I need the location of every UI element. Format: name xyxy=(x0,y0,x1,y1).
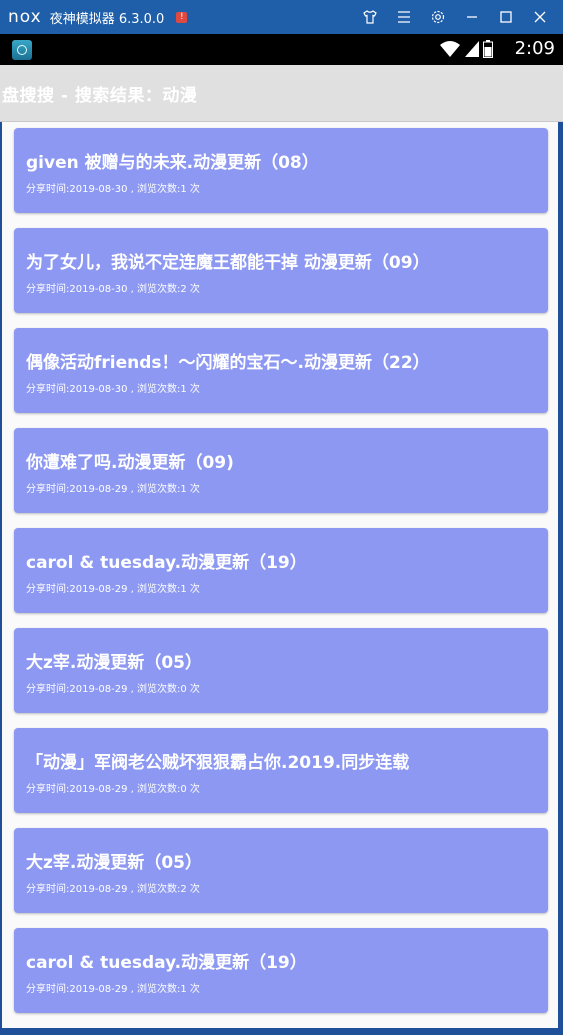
result-title: 偶像活动friends！～闪耀的宝石～.动漫更新（22） xyxy=(26,353,430,373)
result-title: 你遭难了吗.动漫更新（09) xyxy=(26,453,234,473)
result-card[interactable]: carol & tuesday.动漫更新（19） 分享时间:2019-08-29… xyxy=(14,928,548,1013)
alert-badge[interactable]: ! xyxy=(176,11,188,23)
status-icons xyxy=(439,40,493,62)
result-meta: 分享时间:2019-08-29 , 浏览次数:1 次 xyxy=(26,584,200,595)
gear-icon[interactable] xyxy=(421,0,455,34)
wifi-icon xyxy=(439,40,461,62)
status-time: 2:09 xyxy=(514,38,555,59)
result-title: carol & tuesday.动漫更新（19） xyxy=(26,953,307,973)
window-controls xyxy=(353,0,557,34)
result-card[interactable]: 你遭难了吗.动漫更新（09) 分享时间:2019-08-29 , 浏览次数:1 … xyxy=(14,428,548,513)
window-bottom-border xyxy=(0,1028,563,1035)
result-meta: 分享时间:2019-08-29 , 浏览次数:1 次 xyxy=(26,484,200,495)
battery-icon xyxy=(483,40,493,62)
result-title: 大z宰.动漫更新（05） xyxy=(26,853,203,873)
maximize-icon[interactable] xyxy=(489,0,523,34)
result-card[interactable]: given 被赠与的未来.动漫更新（08） 分享时间:2019-08-30 , … xyxy=(14,128,548,213)
result-title: 大z宰.动漫更新（05） xyxy=(26,653,203,673)
shirt-icon[interactable] xyxy=(353,0,387,34)
result-card[interactable]: carol & tuesday.动漫更新（19） 分享时间:2019-08-29… xyxy=(14,528,548,613)
signal-icon xyxy=(464,40,480,62)
result-card[interactable]: 偶像活动friends！～闪耀的宝石～.动漫更新（22） 分享时间:2019-0… xyxy=(14,328,548,413)
page-title: 盘搜搜 - 搜索结果：动漫 xyxy=(2,86,198,106)
emulator-title-bar: nox 夜神模拟器 6.3.0.0 ! xyxy=(0,0,563,34)
app-notification-icon xyxy=(12,40,32,60)
result-card[interactable]: 为了女儿，我说不定连魔王都能干掉 动漫更新（09） 分享时间:2019-08-3… xyxy=(14,228,548,313)
result-title: given 被赠与的未来.动漫更新（08） xyxy=(26,153,319,173)
result-meta: 分享时间:2019-08-30 , 浏览次数:1 次 xyxy=(26,184,200,195)
result-list[interactable]: given 被赠与的未来.动漫更新（08） 分享时间:2019-08-30 , … xyxy=(2,122,558,1028)
close-icon[interactable] xyxy=(523,0,557,34)
menu-icon[interactable] xyxy=(387,0,421,34)
result-card[interactable]: 「动漫」军阀老公贼坏狠狠霸占你.2019.同步连载 分享时间:2019-08-2… xyxy=(14,728,548,813)
result-meta: 分享时间:2019-08-29 , 浏览次数:2 次 xyxy=(26,884,200,895)
result-title: 为了女儿，我说不定连魔王都能干掉 动漫更新（09） xyxy=(26,253,430,273)
result-card[interactable]: 大z宰.动漫更新（05） 分享时间:2019-08-29 , 浏览次数:2 次 xyxy=(14,828,548,913)
result-meta: 分享时间:2019-08-30 , 浏览次数:1 次 xyxy=(26,384,200,395)
app-bar: 盘搜搜 - 搜索结果：动漫 xyxy=(0,65,563,122)
emulator-title: 夜神模拟器 6.3.0.0 xyxy=(49,11,165,27)
result-meta: 分享时间:2019-08-29 , 浏览次数:1 次 xyxy=(26,984,200,995)
status-bar: 2:09 xyxy=(0,34,563,65)
result-meta: 分享时间:2019-08-29 , 浏览次数:0 次 xyxy=(26,684,200,695)
nox-logo: nox xyxy=(8,7,42,27)
minimize-icon[interactable] xyxy=(455,0,489,34)
result-card[interactable]: 大z宰.动漫更新（05） 分享时间:2019-08-29 , 浏览次数:0 次 xyxy=(14,628,548,713)
result-meta: 分享时间:2019-08-30 , 浏览次数:2 次 xyxy=(26,284,200,295)
result-title: 「动漫」军阀老公贼坏狠狠霸占你.2019.同步连载 xyxy=(26,753,410,773)
result-meta: 分享时间:2019-08-29 , 浏览次数:0 次 xyxy=(26,784,200,795)
result-title: carol & tuesday.动漫更新（19） xyxy=(26,553,307,573)
